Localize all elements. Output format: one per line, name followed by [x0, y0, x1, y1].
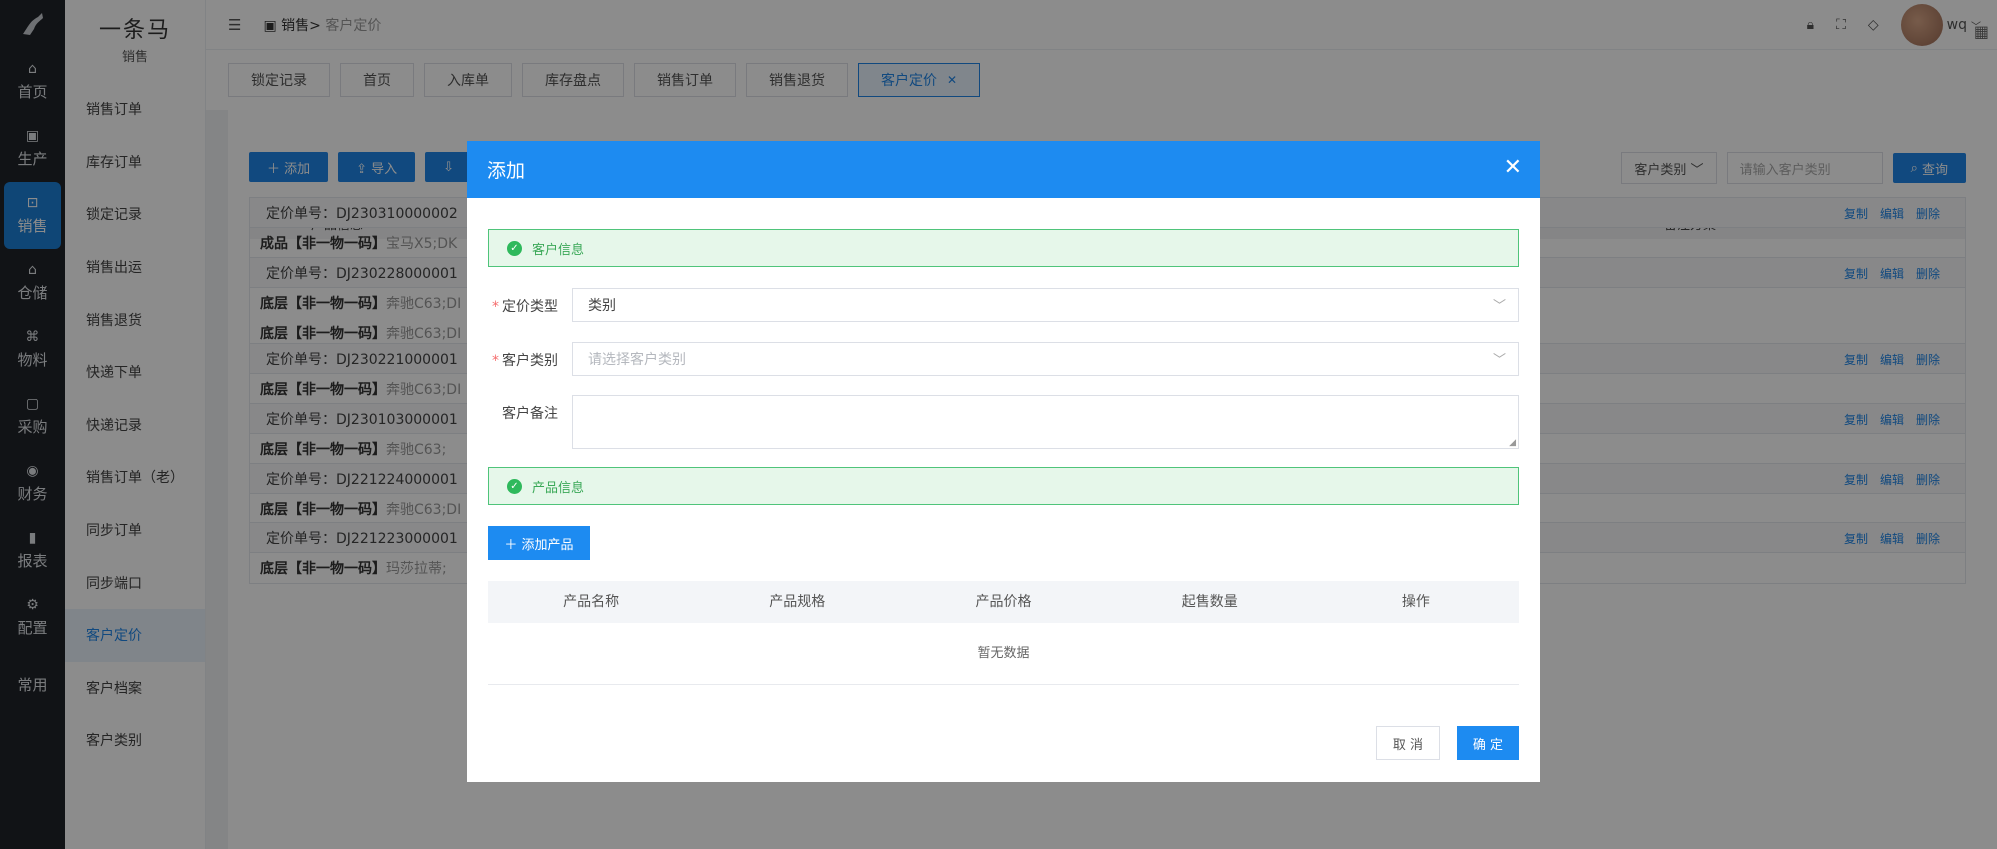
col-header-1: 产品规格: [769, 594, 826, 610]
close-icon[interactable]: ✕: [1504, 155, 1522, 180]
product-table: 产品名称 产品规格 产品价格 起售数量 操作 暂无数据: [488, 581, 1519, 685]
empty-state: 暂无数据: [488, 623, 1519, 685]
customer-category-placeholder: 请选择客户类别: [588, 352, 686, 368]
resize-handle-icon[interactable]: ◢: [1509, 438, 1516, 448]
form-row-customer-category: * 客户类别 请选择客户类别 ﹀: [488, 342, 1519, 376]
customer-note-textarea[interactable]: ◢: [572, 395, 1519, 449]
pricing-type-select[interactable]: 类别 ﹀: [572, 288, 1519, 322]
dialog-header: 添加: [467, 141, 1540, 198]
product-table-header: 产品名称 产品规格 产品价格 起售数量 操作: [488, 581, 1519, 623]
chevron-down-icon: ﹀: [1492, 299, 1506, 314]
pricing-type-value: 类别: [588, 298, 616, 314]
pricing-type-label: * 定价类型: [492, 299, 558, 315]
col-header-4: 操作: [1401, 594, 1430, 610]
pricing-type-label-text: 定价类型: [502, 299, 558, 315]
col-header-2: 产品价格: [975, 594, 1032, 610]
section-product-title: 产品信息: [532, 480, 585, 496]
form-row-customer-note: 客户备注 ◢: [488, 395, 1519, 449]
check-circle-icon: ✓: [507, 240, 522, 256]
col-header-0: 产品名称: [563, 594, 620, 610]
form-row-pricing-type: * 定价类型 类别 ﹀: [488, 288, 1519, 322]
chevron-down-icon: ﹀: [1492, 353, 1506, 368]
col-header-3: 起售数量: [1181, 594, 1238, 610]
customer-category-label-text: 客户类别: [502, 353, 558, 369]
check-circle-icon: ✓: [507, 478, 522, 494]
cancel-button[interactable]: 取 消: [1376, 726, 1440, 760]
add-product-button[interactable]: ＋ 添加产品: [488, 526, 590, 560]
customer-category-label: * 客户类别: [492, 353, 558, 369]
add-dialog: 添加 ✕ ✓ 客户信息 * 定价类型 类别 ﹀ * 客户类别 请选择客户类别 ﹀ 客…: [467, 141, 1540, 782]
section-customer-info: ✓ 客户信息: [488, 229, 1519, 267]
customer-category-select[interactable]: 请选择客户类别 ﹀: [572, 342, 1519, 376]
customer-note-label: 客户备注: [502, 406, 558, 422]
dialog-title: 添加: [487, 160, 526, 182]
section-product-info: ✓ 产品信息: [488, 467, 1519, 505]
confirm-button[interactable]: 确 定: [1457, 726, 1519, 760]
dialog-footer: 取 消 确 定: [467, 706, 1540, 782]
section-customer-title: 客户信息: [532, 242, 585, 258]
